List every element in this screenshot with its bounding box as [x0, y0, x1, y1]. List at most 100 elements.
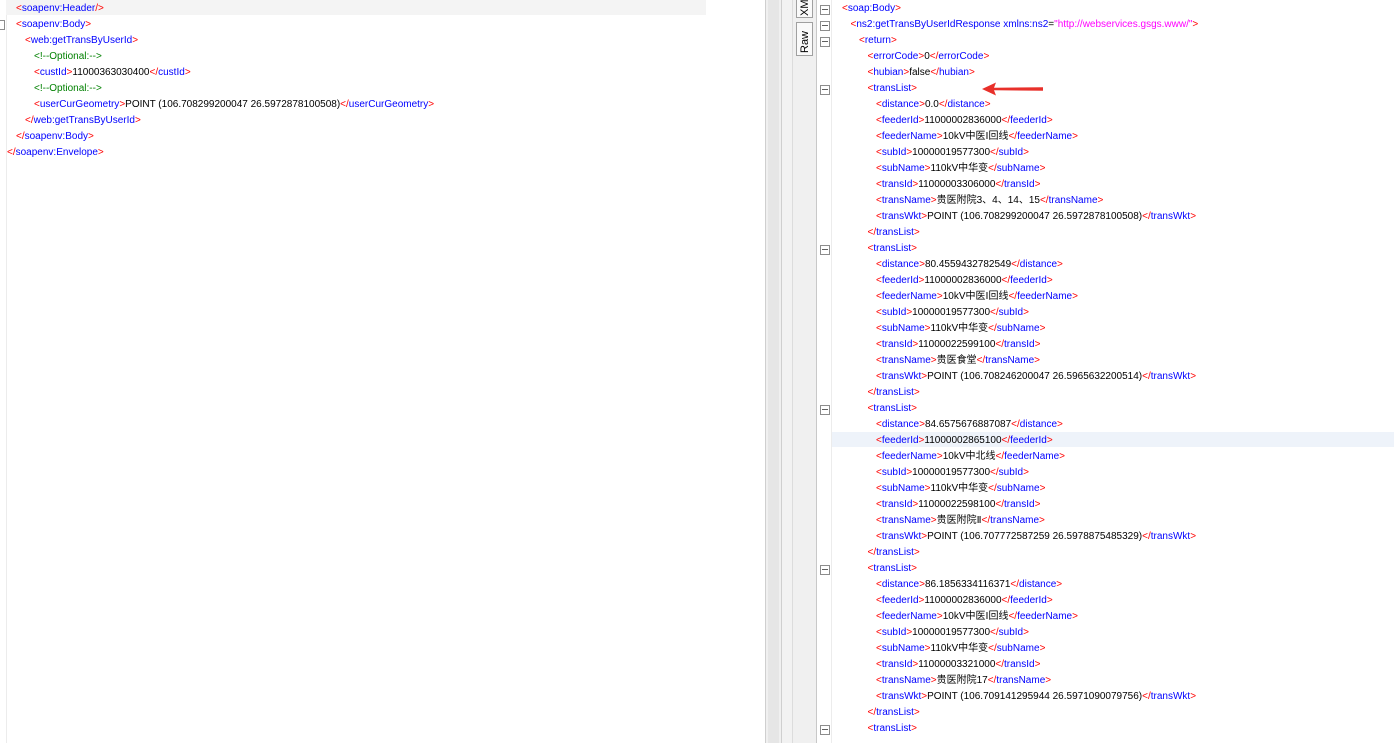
response-view-tabs: XML Raw: [793, 0, 817, 743]
xml-bracket: </: [995, 179, 1005, 190]
xml-tag-name: subId: [881, 467, 907, 478]
xml-bracket: >: [913, 707, 920, 718]
fold-toggle-icon[interactable]: [820, 565, 830, 575]
xml-bracket: </: [988, 643, 997, 654]
tab-xml[interactable]: XML: [796, 0, 813, 18]
xml-bracket: </: [1001, 435, 1011, 446]
xml-bracket: >: [1190, 691, 1197, 702]
xml-tag-name: distance: [881, 259, 920, 270]
xml-text-value: 0.0: [924, 99, 939, 110]
code-line: <transId>11000022599100</transId>: [876, 337, 1040, 353]
xml-bracket: >: [1039, 643, 1046, 654]
fold-toggle-icon[interactable]: [820, 405, 830, 415]
xml-bracket: >: [911, 243, 917, 254]
xml-text-value: 10kV中医Ⅰ回线: [942, 291, 1009, 302]
xml-bracket: >: [1097, 195, 1104, 206]
xml-bracket: >: [913, 547, 920, 558]
response-fold-gutter[interactable]: [817, 0, 832, 743]
xml-tag-name: custId: [39, 67, 67, 78]
xml-comment: <!--Optional:-->: [34, 51, 102, 62]
tab-raw-label: Raw: [799, 30, 811, 53]
xml-bracket: </: [867, 707, 877, 718]
code-line: <feederName>10kV中北线</feederName>: [876, 449, 1065, 465]
xml-bracket: >: [911, 83, 917, 94]
xml-tag-name: subId: [998, 467, 1024, 478]
tab-raw[interactable]: Raw: [796, 22, 813, 56]
xml-tag-name: subName: [881, 483, 925, 494]
fold-toggle-icon[interactable]: [820, 85, 830, 95]
xml-tag-name: distance: [1019, 419, 1058, 430]
xml-tag-name: distance: [881, 419, 920, 430]
code-line: </transList>: [868, 225, 920, 241]
request-fold-gutter[interactable]: [0, 0, 7, 743]
xml-bracket: >: [1039, 323, 1046, 334]
xml-bracket: >: [1039, 483, 1046, 494]
xml-text-value: 10000019577300: [912, 467, 991, 478]
xml-bracket: >: [1034, 339, 1041, 350]
xml-tag-name: transList: [876, 387, 914, 398]
xml-text-value: 11000003306000: [918, 179, 996, 190]
code-line: <feederId>11000002865100</feederId>: [876, 433, 1053, 449]
fold-toggle-icon[interactable]: [820, 21, 830, 31]
xml-bracket: </: [1001, 275, 1011, 286]
xml-tag-name: errorCode: [873, 51, 919, 62]
xml-bracket: >: [1034, 499, 1041, 510]
xml-text-value: 110kV中华变: [930, 483, 989, 494]
xml-text-value: 贵医附院Ⅱ: [936, 515, 982, 526]
xml-tag-name: subName: [996, 643, 1040, 654]
xml-text-value: 10000019577300: [912, 307, 991, 318]
fold-toggle-icon[interactable]: [820, 37, 830, 47]
xml-tag-name: distance: [1019, 579, 1057, 590]
xml-tag-name: userCurGeometry: [39, 99, 120, 110]
xml-bracket: </: [867, 547, 877, 558]
xml-tag-name: transId: [881, 339, 913, 350]
xml-text-value: 110kV中华变: [930, 643, 989, 654]
code-line: <subId>10000019577300</subId>: [876, 465, 1029, 481]
xml-bracket: </: [7, 147, 16, 158]
xml-text-value: 11000022598100: [918, 499, 996, 510]
xml-bracket: </: [1001, 595, 1011, 606]
fold-toggle-icon[interactable]: [820, 5, 830, 15]
fold-toggle-icon[interactable]: [0, 20, 5, 30]
code-line: <distance>80.4559432782549</distance>: [876, 257, 1063, 273]
xml-bracket: >: [88, 131, 94, 142]
fold-toggle-icon[interactable]: [820, 245, 830, 255]
code-line: <transId>11000003306000</transId>: [876, 177, 1040, 193]
xml-tag-name: feederId: [1010, 275, 1047, 286]
request-xml-editor[interactable]: <soapenv:Header/> <soapenv:Body> <web:getT…: [0, 0, 765, 743]
scrollbar-thumb[interactable]: [768, 0, 779, 743]
xml-bracket: >: [969, 67, 975, 78]
xml-tag-name: subName: [996, 483, 1040, 494]
red-arrow-annotation-icon: [982, 82, 1043, 96]
code-line: <hubian>false</hubian>: [868, 65, 975, 81]
xml-tag-name: transId: [881, 179, 913, 190]
xml-tag-name: transName: [996, 675, 1046, 686]
code-line: <transName>贵医附院3、4、14、15</transName>: [876, 193, 1103, 209]
request-vertical-scrollbar[interactable]: [765, 0, 782, 743]
xml-tag-name: subId: [881, 147, 907, 158]
fold-toggle-icon[interactable]: [820, 725, 830, 735]
xml-bracket: </: [149, 67, 159, 78]
xml-tag-name: transWkt: [881, 371, 922, 382]
xml-bracket: </: [995, 339, 1005, 350]
xml-comment: <!--Optional:-->: [34, 83, 102, 94]
xml-bracket: </: [988, 163, 997, 174]
pane-splitter[interactable]: [782, 0, 793, 743]
xml-text-value: 10kV中医Ⅰ回线: [942, 131, 1009, 142]
xml-text-value: 10000019577300: [912, 627, 991, 638]
xml-tag-name: feederName: [1017, 291, 1073, 302]
response-xml-viewer[interactable]: <soap:Body> <ns2:getTransByUserIdResponse…: [817, 0, 1394, 743]
xml-bracket: >: [132, 35, 139, 46]
xml-tag-name: transList: [876, 227, 914, 238]
code-line: <feederName>10kV中医Ⅰ回线</feederName>: [876, 289, 1078, 305]
xml-tag-name: transList: [873, 563, 912, 574]
xml-tag-name: hubian: [938, 67, 969, 78]
code-line: <transName>贵医附院17</transName>: [876, 673, 1051, 689]
xml-tag-name: transWkt: [1150, 691, 1191, 702]
code-line: <distance>86.1856334116371</distance>: [876, 577, 1062, 593]
xml-bracket: </: [990, 147, 999, 158]
xml-tag-name: transName: [881, 195, 931, 206]
code-line: <feederId>11000002836000</feederId>: [876, 593, 1053, 609]
xml-tag-name: feederId: [1010, 435, 1047, 446]
code-line: <transName>贵医食堂</transName>: [876, 353, 1040, 369]
